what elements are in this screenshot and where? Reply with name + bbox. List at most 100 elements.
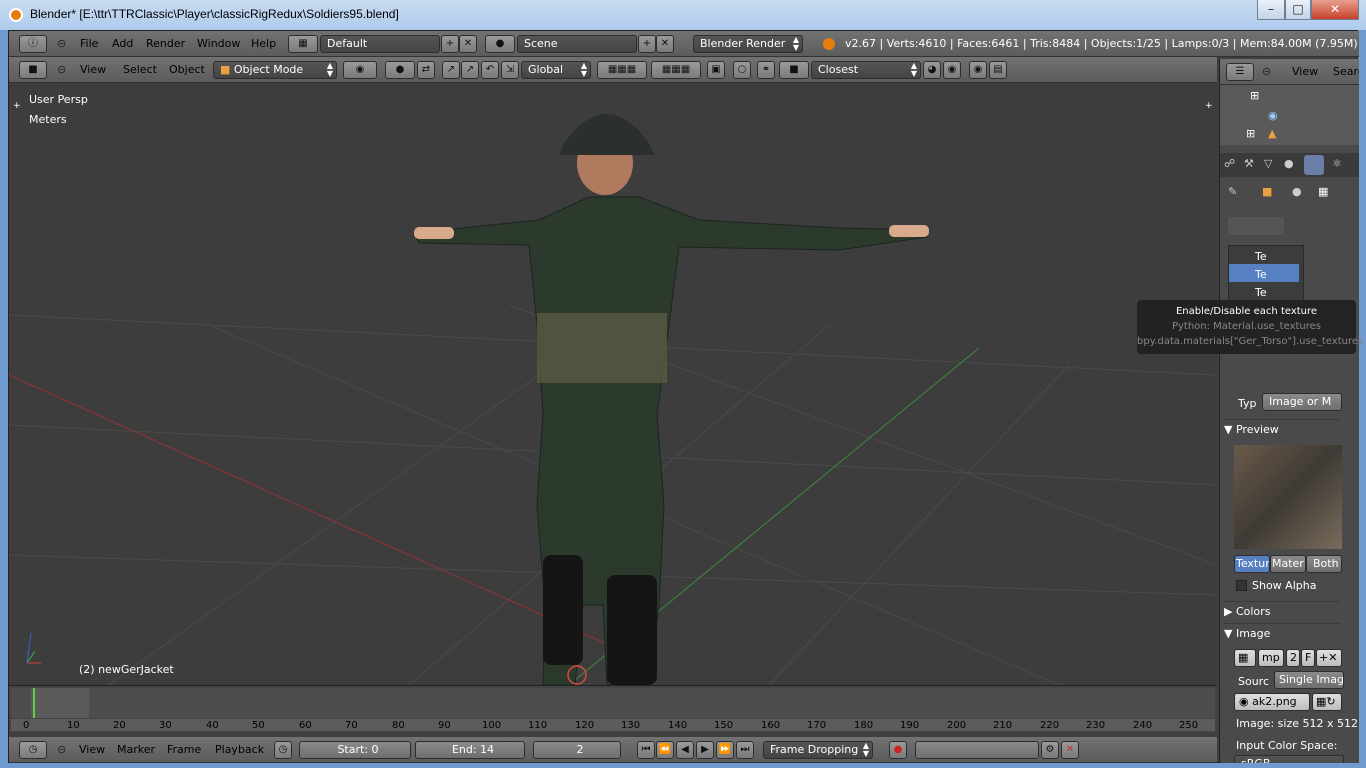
menu-view[interactable]: View	[79, 743, 105, 756]
manipulator-toggle-icon[interactable]: ⇄	[417, 61, 435, 79]
soldier-model[interactable]	[413, 114, 929, 685]
translate-icon[interactable]: ↗	[442, 61, 460, 79]
texture-slot[interactable]: Te	[1255, 268, 1267, 281]
menu-playback[interactable]: Playback	[215, 743, 264, 756]
show-alpha-checkbox[interactable]	[1236, 580, 1247, 591]
menu-object[interactable]: Object	[169, 63, 205, 76]
editor-type-timeline-icon[interactable]: ◷	[19, 741, 47, 759]
play-reverse-icon[interactable]: ◀	[676, 741, 694, 759]
preview-tab-both[interactable]: Both	[1306, 555, 1342, 573]
texture-slot-list[interactable]: Te Te Te	[1228, 245, 1304, 301]
texture-type-toggles[interactable]	[1228, 217, 1284, 235]
editor-type-icon[interactable]: ⓘ	[19, 35, 47, 53]
menu-select[interactable]: Select	[123, 63, 157, 76]
menu-window[interactable]: Window	[197, 37, 240, 50]
layout-field[interactable]: Default	[320, 35, 440, 53]
add-layout-icon[interactable]: +	[441, 35, 459, 53]
collapse-menu-icon[interactable]: ⊝	[57, 743, 66, 756]
jump-keyframe-back-icon[interactable]: ⏪	[656, 741, 674, 759]
timeline-strip[interactable]	[11, 688, 1215, 718]
insert-keyframe-icon[interactable]: ⚙	[1041, 741, 1059, 759]
sync-mode-select[interactable]: Frame Dropping ▲ ▼	[763, 741, 873, 759]
expand-icon[interactable]: ⊞	[1246, 127, 1255, 140]
preview-panel-header[interactable]: ▼ Preview	[1224, 419, 1340, 439]
physics-tab-icon[interactable]: ⚛	[1332, 157, 1342, 170]
opengl-animation-icon[interactable]: ▤	[989, 61, 1007, 79]
collapse-menu-icon[interactable]: ⊝	[57, 37, 66, 50]
current-frame-field[interactable]: 2	[533, 741, 621, 759]
snap-target-select[interactable]: Closest ▲ ▼	[811, 61, 921, 79]
screen-layout-icon[interactable]: ▦	[288, 35, 318, 53]
data-tab-icon[interactable]: ▽	[1264, 157, 1272, 170]
transform-orientation-select[interactable]: Global ▲ ▼	[521, 61, 591, 79]
remove-layout-icon[interactable]: ✕	[459, 35, 477, 53]
menu-help[interactable]: Help	[251, 37, 276, 50]
layers-1-icon[interactable]: ▦▦▦	[597, 61, 647, 79]
colors-panel-header[interactable]: ▶ Colors	[1224, 601, 1340, 621]
preview-tab-texture[interactable]: Texture	[1234, 555, 1270, 573]
timeline-editor[interactable]: 0 10 20 30 40 50 60 70 80 90 100 110 120…	[9, 685, 1217, 733]
image-add-unlink-buttons[interactable]: +✕	[1316, 649, 1342, 667]
project-icon[interactable]: ◉	[943, 61, 961, 79]
3d-viewport[interactable]: User Persp Meters (2) newGerJacket + +	[9, 85, 1217, 685]
image-browse-icon[interactable]: ▦	[1234, 649, 1256, 667]
collapse-menu-icon[interactable]: ⊝	[57, 63, 66, 76]
texture-slot[interactable]: Te	[1255, 286, 1267, 299]
start-frame-field[interactable]: Start: 0	[299, 741, 411, 759]
jump-start-icon[interactable]: ⏮	[637, 741, 655, 759]
texture-type-select[interactable]: Image or M	[1262, 393, 1342, 411]
image-name-field[interactable]: mp	[1258, 649, 1284, 667]
scale-arrow-icon[interactable]: ↗	[461, 61, 479, 79]
mode-select[interactable]: ■ Object Mode ▲ ▼	[213, 61, 337, 79]
render-engine-select[interactable]: Blender Render ▲ ▼	[693, 35, 803, 53]
color-space-select[interactable]: sRGB	[1234, 755, 1344, 763]
preview-tab-material[interactable]: Materia	[1270, 555, 1306, 573]
align-rotation-icon[interactable]: ◕	[923, 61, 941, 79]
maximize-button[interactable]: □	[1285, 0, 1311, 20]
expand-icon[interactable]: ⊞	[1250, 89, 1259, 102]
end-frame-field[interactable]: End: 14	[415, 741, 525, 759]
layers-2-icon[interactable]: ▦▦▦	[651, 61, 701, 79]
collapse-menu-icon[interactable]: ⊝	[1262, 65, 1271, 78]
constraints-tab-icon[interactable]: ☍	[1224, 157, 1235, 170]
editor-type-3dview-icon[interactable]: ■	[19, 61, 47, 79]
delete-keyframe-icon[interactable]: ✕	[1061, 741, 1079, 759]
menu-add[interactable]: Add	[112, 37, 133, 50]
current-frame-cursor[interactable]	[33, 688, 35, 718]
snap-element-icon[interactable]: ■	[779, 61, 809, 79]
opengl-render-icon[interactable]: ◉	[969, 61, 987, 79]
add-scene-icon[interactable]: +	[638, 35, 656, 53]
file-browse-reload-icons[interactable]: ▦↻	[1312, 693, 1342, 711]
jump-keyframe-forward-icon[interactable]: ⏩	[716, 741, 734, 759]
viewport-shading-icon[interactable]: ◉	[343, 61, 377, 79]
menu-marker[interactable]: Marker	[117, 743, 155, 756]
lock-layers-icon[interactable]: ▣	[707, 61, 725, 79]
keying-set-field[interactable]	[915, 741, 1039, 759]
menu-file[interactable]: File	[80, 37, 98, 50]
pivot-point-icon[interactable]: ●	[385, 61, 415, 79]
outliner-tree[interactable]: ⊞ ◉ ⊞ ▲	[1220, 85, 1359, 145]
play-icon[interactable]: ▶	[696, 741, 714, 759]
image-filepath-field[interactable]: ◉ ak2.png	[1234, 693, 1310, 711]
proportional-edit-icon[interactable]: ○	[733, 61, 751, 79]
jump-end-icon[interactable]: ⏭	[736, 741, 754, 759]
image-panel-header[interactable]: ▼ Image	[1224, 623, 1340, 643]
scene-icon[interactable]: ●	[485, 35, 515, 53]
remove-scene-icon[interactable]: ✕	[656, 35, 674, 53]
pin-icon[interactable]: ✎	[1228, 185, 1237, 198]
material-tab-icon[interactable]: ●	[1284, 157, 1294, 170]
texture-slot[interactable]: Te	[1255, 250, 1267, 263]
menu-frame[interactable]: Frame	[167, 743, 201, 756]
properties-toggle-icon[interactable]: +	[1205, 101, 1213, 111]
menu-view[interactable]: View	[80, 63, 106, 76]
image-users-count[interactable]: 2	[1286, 649, 1300, 667]
close-button[interactable]: ✕	[1311, 0, 1359, 20]
menu-render[interactable]: Render	[146, 37, 185, 50]
modifiers-tab-icon[interactable]: ⚒	[1244, 157, 1254, 170]
rotate-icon[interactable]: ↶	[481, 61, 499, 79]
snap-toggle-icon[interactable]: ⚭	[757, 61, 775, 79]
record-icon[interactable]: ●	[889, 741, 907, 759]
image-source-select[interactable]: Single Imag	[1274, 671, 1344, 689]
fake-user-button[interactable]: F	[1301, 649, 1315, 667]
preview-range-icon[interactable]: ◷	[274, 741, 292, 759]
